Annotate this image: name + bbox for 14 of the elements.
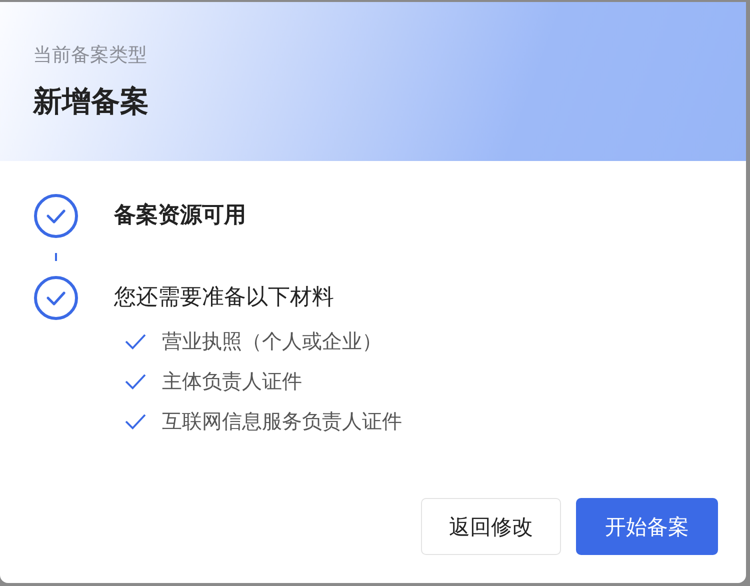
check-icon xyxy=(124,412,147,430)
back-button[interactable]: 返回修改 xyxy=(421,498,561,555)
check-circle-icon xyxy=(33,275,79,321)
step-title: 您还需要准备以下材料 xyxy=(114,284,334,312)
material-item: 主体负责人证件 xyxy=(162,368,302,394)
type-label: 当前备案类型 xyxy=(33,43,147,68)
check-icon xyxy=(124,372,147,390)
start-button[interactable]: 开始备案 xyxy=(576,498,718,555)
check-icon xyxy=(124,332,147,350)
check-circle-icon xyxy=(33,193,79,239)
material-item: 营业执照（个人或企业） xyxy=(162,328,382,354)
material-item: 互联网信息服务负责人证件 xyxy=(162,408,402,434)
dialog-title: 新增备案 xyxy=(33,83,149,120)
step-title: 备案资源可用 xyxy=(114,202,246,230)
